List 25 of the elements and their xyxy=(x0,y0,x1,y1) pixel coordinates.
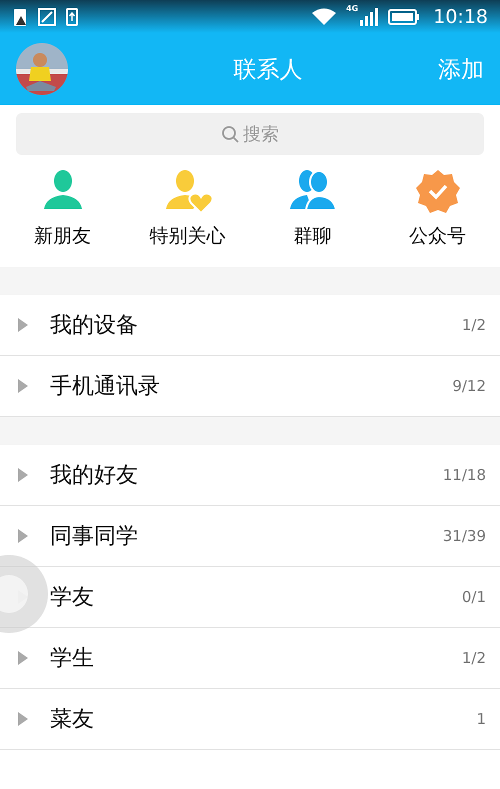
shortcut-label[interactable]: 特别关心 xyxy=(150,223,226,249)
expand-triangle-icon xyxy=(18,379,28,393)
battery-icon xyxy=(388,8,420,24)
upload-icon xyxy=(66,8,78,26)
expand-triangle-icon xyxy=(18,529,28,543)
network-type: 4G xyxy=(346,4,358,13)
search-icon xyxy=(221,125,239,143)
expand-triangle-icon xyxy=(18,468,28,482)
contact-group-row[interactable]: 我的好友 11/18 xyxy=(0,445,500,506)
contact-group-row[interactable]: 菜友 1 xyxy=(0,689,500,750)
page-title: 联系人 xyxy=(232,56,304,84)
contact-group-row[interactable]: 学生 1/2 xyxy=(0,628,500,689)
shortcut-label[interactable]: 新朋友 xyxy=(34,223,91,249)
expand-triangle-icon xyxy=(18,318,28,332)
clock-time: 10:18 xyxy=(433,6,488,28)
expand-triangle-icon xyxy=(18,712,28,726)
shortcut-label[interactable]: 群聊 xyxy=(294,223,332,249)
wifi-icon xyxy=(312,8,336,26)
contact-group-row[interactable]: 我的设备 1/2 xyxy=(0,295,500,356)
contact-group-row[interactable]: 同事同学 31/39 xyxy=(0,506,500,567)
expand-triangle-icon xyxy=(18,651,28,665)
shortcut-label[interactable]: 公众号 xyxy=(409,223,466,249)
signal-icon xyxy=(360,8,378,26)
image-icon xyxy=(38,8,56,26)
battery-warning-icon xyxy=(12,6,28,26)
